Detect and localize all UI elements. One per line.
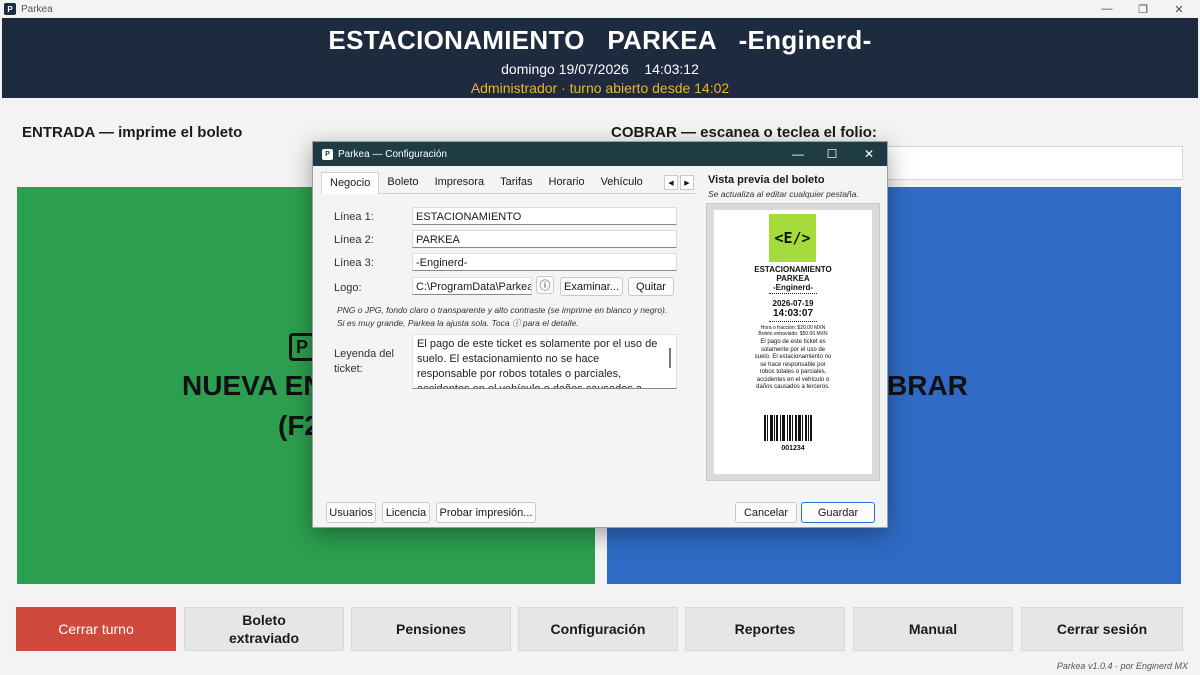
ticket-divider-2 xyxy=(769,321,817,322)
ticket-preview: <E/> ESTACIONAMIENTO PARKEA -Enginerd- 2… xyxy=(706,203,880,481)
config-dialog: P Parkea — Configuración — ☐ ✕ Negocio B… xyxy=(312,141,888,528)
leyenda-text: El pago de este ticket es solamente por … xyxy=(417,338,658,389)
preview-subtitle: Se actualiza al editar cualquier pestaña… xyxy=(708,189,859,199)
ticket-date: 2026-07-19 xyxy=(772,299,814,308)
nueva-entrada-label: NUEVA EN xyxy=(182,370,324,401)
reportes-button[interactable]: Reportes xyxy=(685,607,845,651)
linea1-label: Línea 1: xyxy=(334,211,374,223)
tab-negocio[interactable]: Negocio xyxy=(321,172,380,194)
folio-input[interactable] xyxy=(880,146,1183,180)
tab-horario[interactable]: Horario xyxy=(541,172,593,194)
dialog-app-icon: P xyxy=(322,148,333,160)
ticket-line1: ESTACIONAMIENTO xyxy=(754,265,832,274)
logo-info-icon[interactable]: ⓘ xyxy=(536,276,554,294)
restore-icon[interactable]: ❐ xyxy=(1126,0,1160,18)
ticket-rate-extraviado: Boleto extraviado: $50.00 MXN xyxy=(758,331,828,337)
window-title: Parkea xyxy=(21,3,53,15)
logo-path-field[interactable]: C:\ProgramData\Parkea\ xyxy=(412,277,532,295)
linea3-label: Línea 3: xyxy=(334,257,374,269)
ticket-folio: 001234 xyxy=(781,445,805,452)
dialog-title: Parkea — Configuración xyxy=(338,148,447,160)
app-icon: P xyxy=(4,3,16,15)
dialog-maximize-icon[interactable]: ☐ xyxy=(814,142,850,166)
cerrar-sesion-button[interactable]: Cerrar sesión xyxy=(1021,607,1183,651)
linea3-field[interactable]: -Enginerd- xyxy=(412,253,677,271)
configuracion-button[interactable]: Configuración xyxy=(518,607,678,651)
ticket-line2: PARKEA xyxy=(776,274,810,283)
tab-scroll-left-icon[interactable]: ◀ xyxy=(664,175,678,190)
tab-boleto[interactable]: Boleto xyxy=(379,172,426,194)
tab-tarifas[interactable]: Tarifas xyxy=(492,172,540,194)
logo-label: Logo: xyxy=(334,282,362,294)
datetime-display: domingo 19/07/2026 14:03:12 xyxy=(501,61,699,77)
cobrar-label: BRAR xyxy=(887,370,968,401)
ticket-line3: -Enginerd- xyxy=(773,283,813,292)
window-titlebar: P Parkea xyxy=(0,0,1200,18)
dialog-close-icon[interactable]: ✕ xyxy=(851,142,887,166)
manual-button[interactable]: Manual xyxy=(853,607,1013,651)
linea1-field[interactable]: ESTACIONAMIENTO xyxy=(412,207,677,225)
business-title: ESTACIONAMIENTO PARKEA -Enginerd- xyxy=(328,25,872,55)
app-header: ESTACIONAMIENTO PARKEA -Enginerd- doming… xyxy=(2,18,1198,98)
licencia-button[interactable]: Licencia xyxy=(382,502,430,523)
tab-scroll-right-icon[interactable]: ▶ xyxy=(680,175,694,190)
guardar-button[interactable]: Guardar xyxy=(801,502,875,523)
ticket-paper: <E/> ESTACIONAMIENTO PARKEA -Enginerd- 2… xyxy=(714,210,872,474)
pensiones-button[interactable]: Pensiones xyxy=(351,607,511,651)
tab-impresora[interactable]: Impresora xyxy=(427,172,493,194)
user-status: Administrador · turno abierto desde 14:0… xyxy=(470,80,730,96)
leyenda-label: Leyenda del ticket: xyxy=(334,348,394,375)
config-tabs: Negocio Boleto Impresora Tarifas Horario… xyxy=(321,172,695,194)
usuarios-button[interactable]: Usuarios xyxy=(326,502,376,523)
ticket-time: 14:03:07 xyxy=(772,308,814,319)
close-icon[interactable]: ✕ xyxy=(1162,0,1196,18)
ticket-divider xyxy=(769,293,817,294)
quitar-button[interactable]: Quitar xyxy=(628,277,674,296)
leyenda-textarea[interactable]: El pago de este ticket es solamente por … xyxy=(412,334,677,389)
dialog-minimize-icon[interactable]: — xyxy=(780,142,816,166)
linea2-label: Línea 2: xyxy=(334,234,374,246)
leyenda-scrollbar[interactable] xyxy=(669,348,671,368)
version-footer: Parkea v1.0.4 · por Enginerd MX xyxy=(1056,661,1188,671)
cancelar-button[interactable]: Cancelar xyxy=(735,502,797,523)
logo-hint: PNG o JPG, fondo claro o transparente y … xyxy=(337,305,668,328)
cobrar-heading: COBRAR — escanea o teclea el folio: xyxy=(611,124,877,141)
preview-title: Vista previa del boleto xyxy=(708,174,825,186)
cerrar-turno-button[interactable]: Cerrar turno xyxy=(16,607,176,651)
probar-impresion-button[interactable]: Probar impresión... xyxy=(436,502,536,523)
entrada-heading: ENTRADA — imprime el boleto xyxy=(22,124,243,141)
boleto-extraviado-button[interactable]: Boleto extraviado xyxy=(184,607,344,651)
ticket-barcode xyxy=(764,415,824,441)
ticket-logo: <E/> xyxy=(769,214,816,262)
linea2-field[interactable]: PARKEA xyxy=(412,230,677,248)
ticket-legend: El pago de este ticket es solamente por … xyxy=(754,339,832,390)
minimize-icon[interactable]: — xyxy=(1090,0,1124,18)
tab-vehiculo[interactable]: Vehículo xyxy=(593,172,651,194)
examinar-button[interactable]: Examinar... xyxy=(560,277,623,296)
